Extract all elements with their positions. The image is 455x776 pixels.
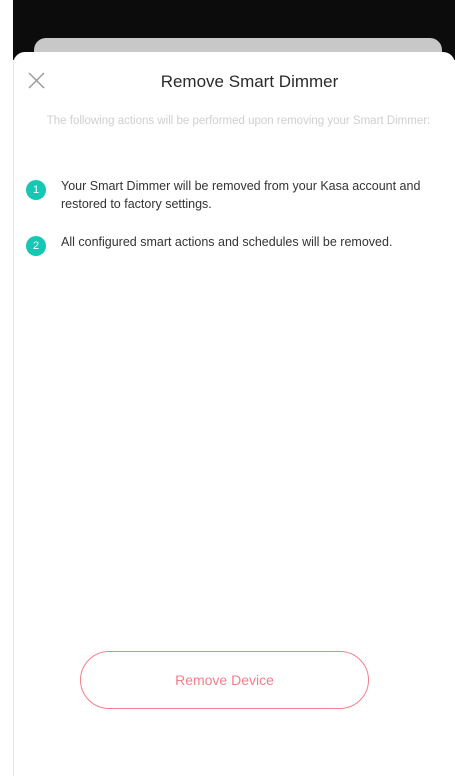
sheet-title: Remove Smart Dimmer — [160, 72, 339, 91]
close-icon — [28, 72, 45, 89]
step-number-badge: 1 — [26, 180, 46, 200]
close-button[interactable] — [24, 68, 50, 94]
app-screen: Remove Smart Dimmer The following action… — [0, 0, 455, 776]
sheet-subtitle: The following actions will be performed … — [46, 115, 431, 127]
step-item-2: 2 All configured smart actions and sched… — [26, 233, 441, 256]
step-text: Your Smart Dimmer will be removed from y… — [61, 179, 421, 211]
steps-list: 1 Your Smart Dimmer will be removed from… — [26, 177, 441, 276]
step-item-1: 1 Your Smart Dimmer will be removed from… — [26, 177, 441, 213]
step-number-badge: 2 — [26, 236, 46, 256]
remove-device-button[interactable]: Remove Device — [80, 651, 369, 709]
step-text: All configured smart actions and schedul… — [61, 235, 393, 249]
